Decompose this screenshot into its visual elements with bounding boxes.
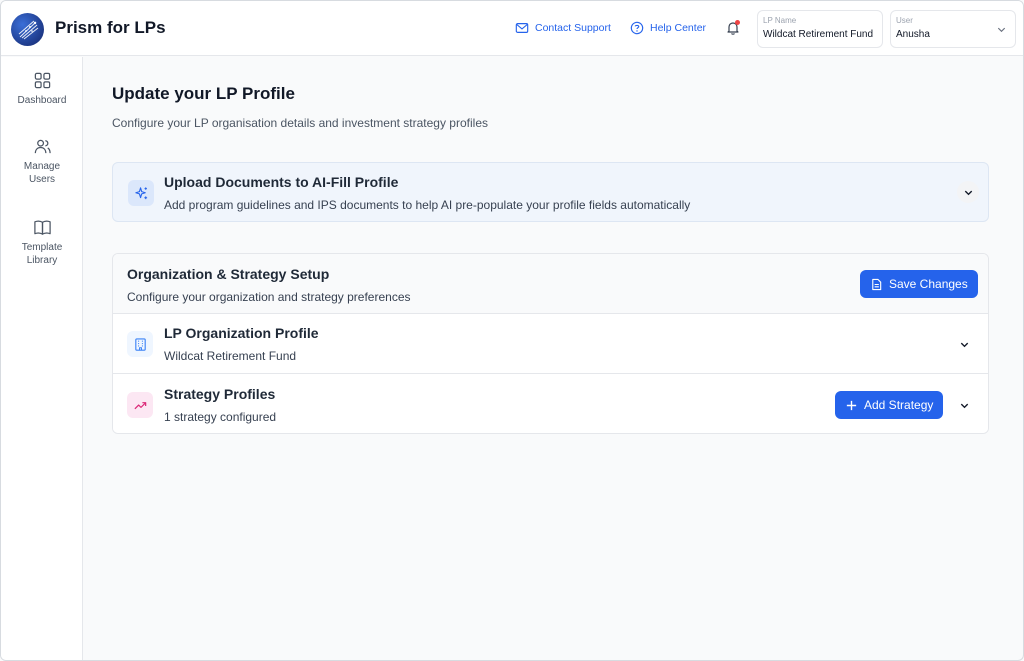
notification-dot (735, 20, 740, 25)
user-value: Anusha (896, 29, 930, 40)
help-circle-icon (630, 21, 644, 35)
upload-subtitle: Add program guidelines and IPS documents… (164, 198, 691, 212)
prism-logo-icon (18, 20, 39, 40)
strategy-profiles-subtitle: 1 strategy configured (164, 410, 277, 424)
sparkles-icon (134, 186, 147, 199)
add-strategy-label: Add Strategy (864, 398, 934, 412)
lp-organization-title: LP Organization Profile (164, 325, 319, 341)
setup-title: Organization & Strategy Setup (127, 266, 330, 282)
add-strategy-button[interactable]: Add Strategy (835, 391, 944, 419)
chevron-down-icon (960, 403, 968, 408)
chevron-down-icon (997, 27, 1006, 33)
document-icon (872, 278, 882, 290)
save-changes-label: Save Changes (889, 277, 968, 291)
notifications-button[interactable] (725, 20, 741, 36)
lp-name-value: Wildcat Retirement Fund (763, 29, 874, 40)
book-icon (33, 220, 51, 235)
grid-icon (34, 72, 50, 89)
upload-title: Upload Documents to AI-Fill Profile (164, 174, 399, 190)
setup-subtitle: Configure your organization and strategy… (127, 290, 411, 304)
plus-icon (846, 400, 857, 410)
upload-documents-panel[interactable]: Upload Documents to AI-Fill Profile Add … (112, 162, 989, 222)
sidebar-item-template-library[interactable]: Template Library (1, 218, 83, 267)
save-changes-button[interactable]: Save Changes (860, 270, 978, 298)
sidebar-item-label: Template Library (21, 242, 63, 266)
page-title: Update your LP Profile (112, 84, 295, 103)
strategy-profiles-expand-button[interactable] (953, 394, 975, 416)
sidebar: Dashboard Manage Users Template Library (1, 57, 83, 660)
contact-support-label: Contact Support (535, 22, 611, 34)
lp-name-selector[interactable]: LP Name Wildcat Retirement Fund (757, 10, 883, 48)
app-title: Prism for LPs (55, 18, 166, 37)
prism-logo[interactable] (11, 13, 44, 46)
lp-organization-subtitle: Wildcat Retirement Fund (164, 349, 297, 363)
lp-organization-expand-button[interactable] (953, 333, 975, 355)
setup-card-header: Organization & Strategy Setup Configure … (113, 254, 988, 314)
sidebar-item-manage-users[interactable]: Manage Users (1, 137, 83, 186)
upload-expand-button[interactable] (957, 181, 979, 203)
chevron-down-icon (960, 342, 968, 347)
lp-name-label: LP Name (763, 16, 797, 25)
trending-up-icon (133, 401, 146, 409)
user-selector[interactable]: User Anusha (890, 10, 1016, 48)
trend-tile (127, 392, 153, 418)
organization-strategy-setup-card: Organization & Strategy Setup Configure … (112, 253, 989, 434)
chevron-down-icon (964, 190, 972, 195)
sidebar-item-label: Dashboard (17, 95, 67, 106)
mail-icon (515, 23, 529, 33)
app-window: Prism for LPs Contact Support Help Cente… (0, 0, 1024, 661)
users-icon (34, 139, 51, 154)
user-label: User (896, 16, 913, 25)
building-icon (134, 337, 146, 351)
page-subtitle: Configure your LP organisation details a… (112, 116, 488, 130)
sidebar-item-dashboard[interactable]: Dashboard (1, 71, 83, 107)
sparkles-tile (128, 180, 154, 206)
strategy-profiles-row[interactable]: Strategy Profiles 1 strategy configured … (113, 375, 988, 433)
building-tile (127, 331, 153, 357)
lp-organization-profile-row[interactable]: LP Organization Profile Wildcat Retireme… (113, 314, 988, 374)
sidebar-item-label: Manage Users (23, 161, 61, 185)
help-center-label: Help Center (650, 22, 707, 34)
contact-support-link[interactable]: Contact Support (515, 21, 611, 35)
strategy-profiles-title: Strategy Profiles (164, 386, 276, 402)
top-header: Prism for LPs Contact Support Help Cente… (1, 1, 1023, 56)
help-center-link[interactable]: Help Center (630, 21, 706, 35)
